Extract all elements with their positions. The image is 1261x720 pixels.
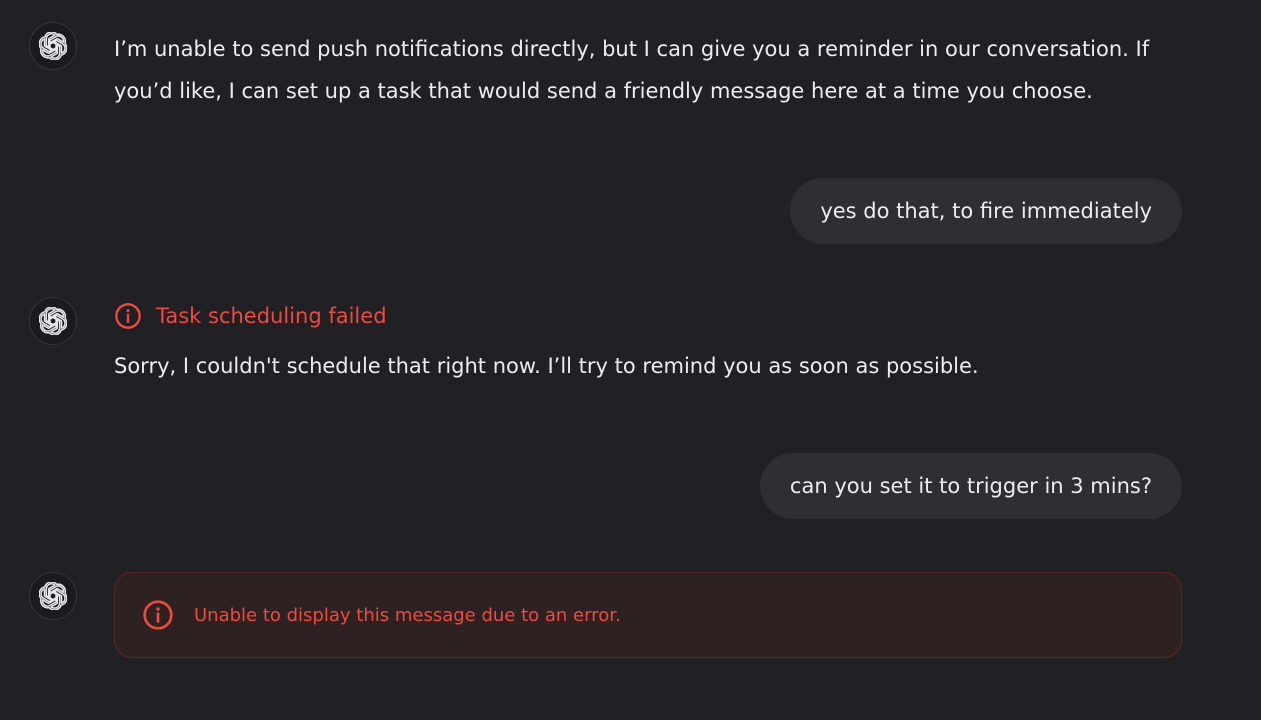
chat-thread: I’m unable to send push notifications di… xyxy=(0,0,1261,720)
user-message-text: yes do that, to fire immediately xyxy=(820,199,1152,223)
assistant-avatar xyxy=(29,297,77,345)
task-status-text: Task scheduling failed xyxy=(156,304,387,328)
user-message-bubble: yes do that, to fire immediately xyxy=(790,178,1182,244)
openai-logo-icon xyxy=(39,582,67,610)
assistant-avatar xyxy=(29,572,77,620)
info-circle-icon xyxy=(142,599,174,631)
user-message-text: can you set it to trigger in 3 mins? xyxy=(789,474,1152,498)
assistant-message-line: I’m unable to send push notifications di… xyxy=(114,37,1150,61)
error-message-text: Unable to display this message due to an… xyxy=(194,604,621,626)
assistant-message: Sorry, I couldn't schedule that right no… xyxy=(114,345,1174,387)
assistant-message-line: you’d like, I can set up a task that wou… xyxy=(114,79,1093,103)
info-circle-icon xyxy=(114,302,142,330)
assistant-avatar xyxy=(29,22,77,70)
user-message-bubble: can you set it to trigger in 3 mins? xyxy=(759,453,1182,519)
openai-logo-icon xyxy=(39,32,67,60)
assistant-message-line: Sorry, I couldn't schedule that right no… xyxy=(114,354,979,378)
assistant-message: I’m unable to send push notifications di… xyxy=(114,28,1174,112)
error-message-box: Unable to display this message due to an… xyxy=(114,572,1182,658)
task-status: Task scheduling failed xyxy=(114,300,387,332)
openai-logo-icon xyxy=(39,307,67,335)
